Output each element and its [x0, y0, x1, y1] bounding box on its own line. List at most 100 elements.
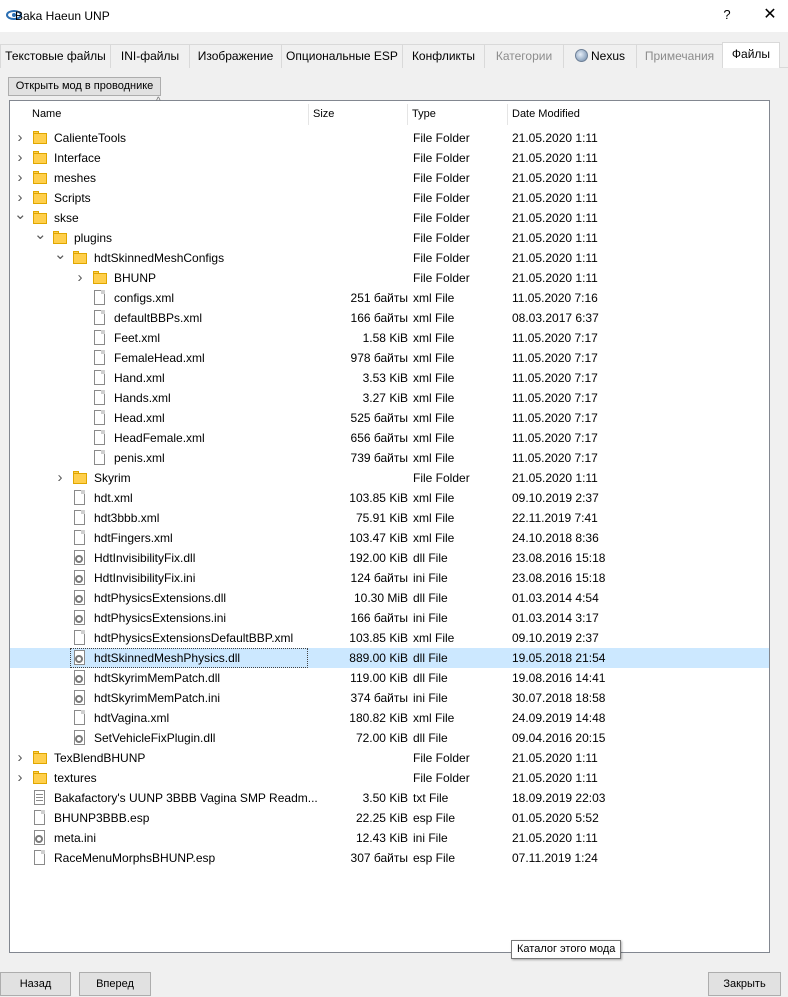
column-type-header[interactable]: Type [408, 101, 508, 128]
tree-row[interactable]: › Scripts File Folder 21.05.2020 1:11 [10, 188, 769, 208]
tree-row[interactable]: › Interface File Folder 21.05.2020 1:11 [10, 148, 769, 168]
file-size: 12.43 KiB [355, 831, 408, 845]
file-type: xml File [413, 491, 455, 505]
file-date-modified: 11.05.2020 7:17 [512, 431, 598, 445]
tab-text-files[interactable]: Текстовые файлы [0, 44, 111, 68]
file-type: File Folder [413, 251, 470, 265]
tree-row[interactable]: Bakafactory's UUNP 3BBB Vagina SMP Readm… [10, 788, 769, 808]
tree-row[interactable]: HdtInvisibilityFix.ini 124 байты ini File 2… [10, 568, 769, 588]
tree-row[interactable]: Hand.xml 3.53 KiB xml File 11.05.2020 7:17 [10, 368, 769, 388]
file-date-modified: 21.05.2020 1:11 [512, 151, 598, 165]
open-in-explorer-button[interactable]: Открыть мод в проводнике [8, 77, 161, 96]
file-name: skse [54, 211, 79, 225]
back-button[interactable]: Назад [0, 972, 71, 996]
file-type: xml File [413, 711, 455, 725]
chevron-right-icon[interactable]: › [74, 268, 86, 288]
tab-optional-esp[interactable]: Опциональные ESP [281, 44, 403, 68]
file-icon [72, 530, 88, 546]
column-name-header[interactable]: Name [28, 101, 308, 128]
file-type: txt File [413, 791, 449, 805]
file-name: hdtSkinnedMeshPhysics.dll [94, 651, 241, 665]
close-button[interactable]: Закрыть [708, 972, 781, 996]
chevron-right-icon[interactable]: › [14, 148, 26, 168]
tree-row[interactable]: › textures File Folder 21.05.2020 1:11 [10, 768, 769, 788]
chevron-right-icon[interactable]: › [14, 168, 26, 188]
tree-row[interactable]: › meshes File Folder 21.05.2020 1:11 [10, 168, 769, 188]
chevron-down-icon[interactable]: ⌄ [54, 247, 67, 268]
file-icon [92, 450, 108, 466]
tree-row[interactable]: Feet.xml 1.58 KiB xml File 11.05.2020 7:17 [10, 328, 769, 348]
chevron-right-icon[interactable]: › [14, 188, 26, 208]
tree-row[interactable]: BHUNP3BBB.esp 22.25 KiB esp File 01.05.2020… [10, 808, 769, 828]
tab-files[interactable]: Файлы [722, 42, 780, 68]
tree-row[interactable]: Hands.xml 3.27 KiB xml File 11.05.2020 7:17 [10, 388, 769, 408]
gear-file-icon [72, 730, 88, 746]
tree-row[interactable]: hdtVagina.xml 180.82 KiB xml File 24.09.201… [10, 708, 769, 728]
file-date-modified: 09.10.2019 2:37 [512, 631, 599, 645]
tree-row[interactable]: ⌄ plugins File Folder 21.05.2020 1:11 [10, 227, 769, 248]
tree-row[interactable]: hdtPhysicsExtensionsDefaultBBP.xml 103.85… [10, 628, 769, 648]
file-date-modified: 11.05.2020 7:17 [512, 451, 598, 465]
chevron-right-icon[interactable]: › [54, 468, 66, 488]
folder-icon [32, 130, 48, 146]
tree-row[interactable]: › BHUNP File Folder 21.05.2020 1:11 [10, 268, 769, 288]
file-size: 103.85 KiB [349, 631, 408, 645]
tree-row[interactable]: hdtSkyrimMemPatch.ini 374 байты ini File 30… [10, 688, 769, 708]
chevron-down-icon[interactable]: ⌄ [14, 207, 27, 228]
file-name: BHUNP [114, 271, 157, 285]
tab-nexus[interactable]: Nexus [563, 44, 637, 68]
folder-icon [32, 770, 48, 786]
folder-icon [32, 150, 48, 166]
file-type: xml File [413, 631, 455, 645]
tree-row[interactable]: › TexBlendBHUNP File Folder 21.05.2020 1:11 [10, 748, 769, 768]
tree-row[interactable]: hdtSkinnedMeshPhysics.dll 889.00 KiB dll F… [10, 648, 769, 668]
chevron-right-icon[interactable]: › [14, 748, 26, 768]
tree-row[interactable]: HeadFemale.xml 656 байты xml File 11.05.202… [10, 428, 769, 448]
file-date-modified: 11.05.2020 7:17 [512, 331, 598, 345]
tree-row[interactable]: Head.xml 525 байты xml File 11.05.2020 7:17 [10, 408, 769, 428]
tree-row[interactable]: hdtPhysicsExtensions.dll 10.30 MiB dll Fil… [10, 588, 769, 608]
tree-row[interactable]: hdtSkyrimMemPatch.dll 119.00 KiB dll File 1… [10, 668, 769, 688]
tree-row[interactable]: HdtInvisibilityFix.dll 192.00 KiB dll File… [10, 548, 769, 568]
gear-file-icon [72, 670, 88, 686]
tree-row[interactable]: meta.ini 12.43 KiB ini File 21.05.2020 1:11 [10, 828, 769, 848]
column-size-header[interactable]: Size [309, 101, 407, 128]
tree-row[interactable]: defaultBBPs.xml 166 байты xml File 08.03.20… [10, 308, 769, 328]
chevron-right-icon[interactable]: › [14, 128, 26, 148]
file-type: File Folder [413, 171, 470, 185]
tab-image[interactable]: Изображение [189, 44, 282, 68]
forward-button[interactable]: Вперед [79, 972, 151, 996]
file-date-modified: 21.05.2020 1:11 [512, 191, 598, 205]
file-name: hdtVagina.xml [94, 711, 170, 725]
file-tree[interactable]: ^ Name Size Type Date Modified › Caliente… [9, 96, 770, 953]
tree-row[interactable]: configs.xml 251 байты xml File 11.05.2020 7… [10, 288, 769, 308]
tab-conflicts[interactable]: Конфликты [402, 44, 485, 68]
file-size: 251 байты [350, 291, 408, 305]
tree-row[interactable]: hdt.xml 103.85 KiB xml File 09.10.2019 2:37 [10, 488, 769, 508]
tree-row[interactable]: FemaleHead.xml 978 байты xml File 11.05.202… [10, 348, 769, 368]
tree-row[interactable]: RaceMenuMorphsBHUNP.esp 307 байты esp File… [10, 848, 769, 868]
file-icon [92, 410, 108, 426]
file-size: 119.00 KiB [350, 671, 408, 685]
file-icon [32, 850, 48, 866]
tree-row[interactable]: › Skyrim File Folder 21.05.2020 1:11 [10, 468, 769, 488]
tab-categories[interactable]: Категории [484, 44, 564, 68]
tree-row[interactable]: penis.xml 739 байты xml File 11.05.2020 7:1… [10, 448, 769, 468]
tree-row[interactable]: hdtPhysicsExtensions.ini 166 байты ini Fil… [10, 608, 769, 628]
tree-row[interactable]: SetVehicleFixPlugin.dll 72.00 KiB dll File… [10, 728, 769, 748]
tab-ini-files[interactable]: INI-файлы [110, 44, 190, 68]
chevron-down-icon[interactable]: ⌄ [34, 227, 47, 248]
column-date-header[interactable]: Date Modified [508, 101, 658, 128]
tab-notes[interactable]: Примечания [636, 44, 723, 68]
tree-row[interactable]: › CalienteTools File Folder 21.05.2020 1:11 [10, 128, 769, 148]
file-date-modified: 21.05.2020 1:11 [512, 471, 598, 485]
help-button[interactable]: ? [716, 4, 738, 26]
chevron-right-icon[interactable]: › [14, 768, 26, 788]
tree-row[interactable]: ⌄ hdtSkinnedMeshConfigs File Folder 21.05.2… [10, 247, 769, 268]
file-type: File Folder [413, 191, 470, 205]
tree-row[interactable]: hdt3bbb.xml 75.91 KiB xml File 22.11.2019 7… [10, 508, 769, 528]
tree-row[interactable]: ⌄ skse File Folder 21.05.2020 1:11 [10, 207, 769, 228]
window-close-button[interactable]: ✕ [758, 4, 782, 26]
file-date-modified: 21.05.2020 1:11 [512, 131, 598, 145]
tree-row[interactable]: hdtFingers.xml 103.47 KiB xml File 24.10.20… [10, 528, 769, 548]
